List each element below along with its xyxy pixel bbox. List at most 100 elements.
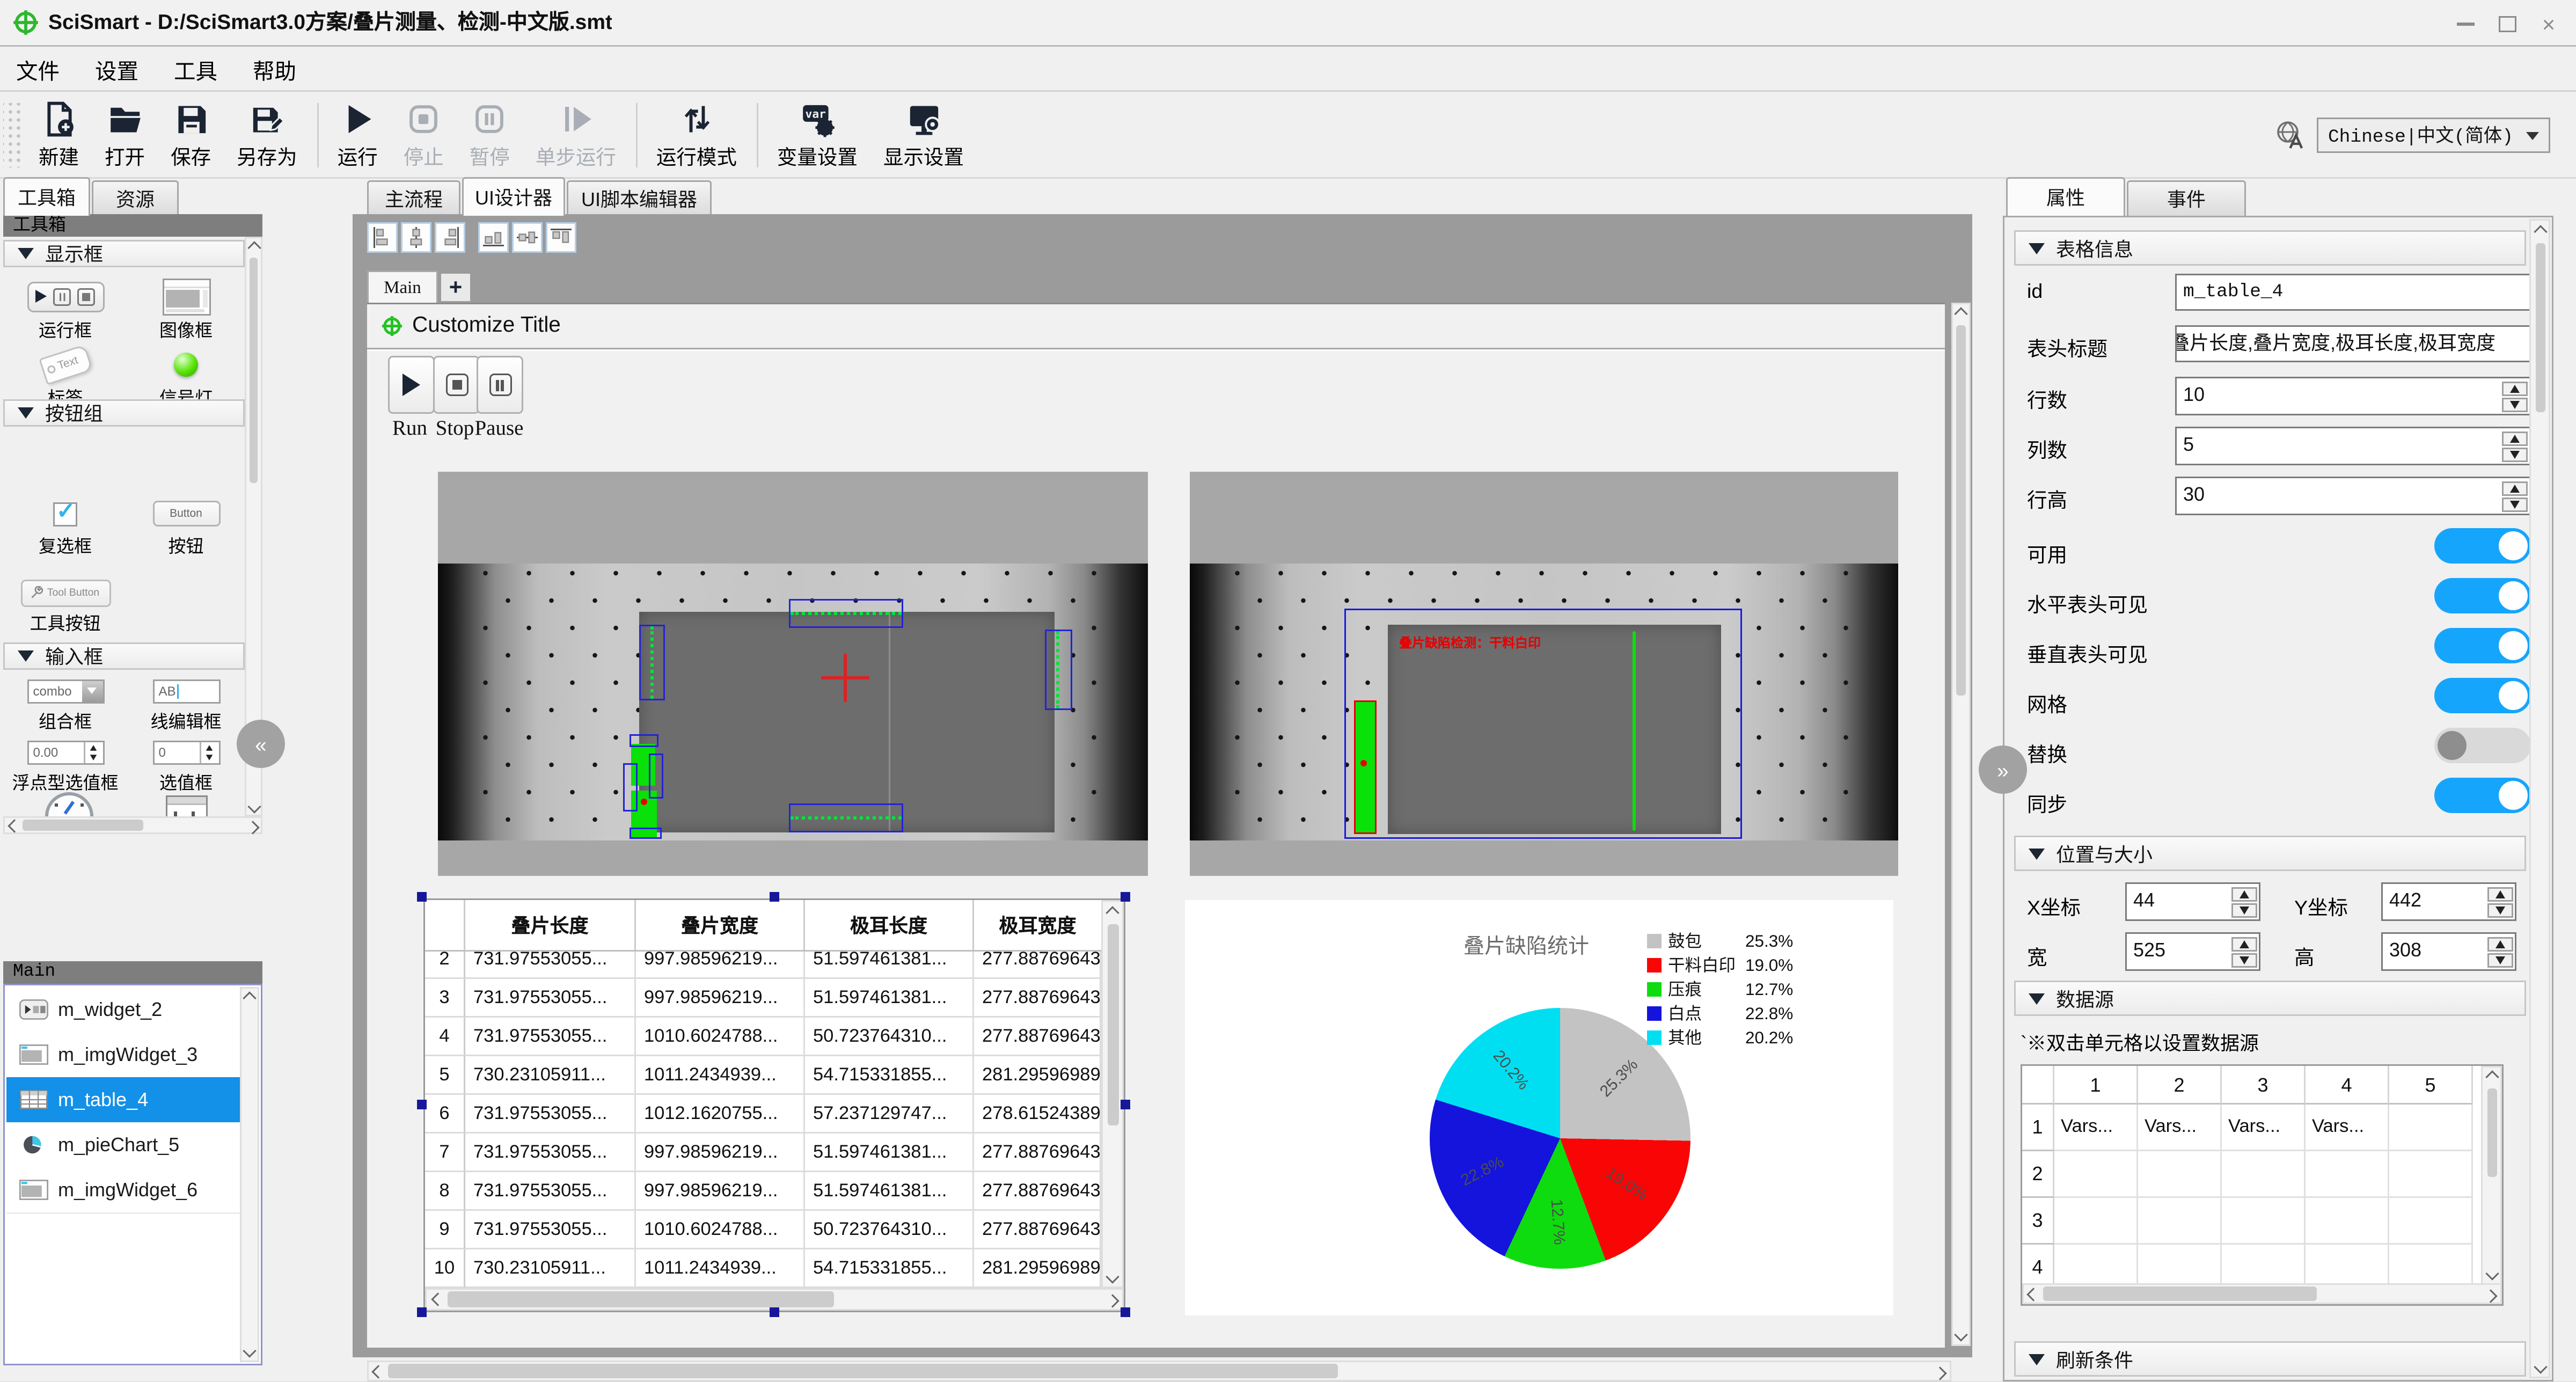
scroll-down-icon[interactable] [246,799,261,813]
scroll-left-icon[interactable] [371,1364,385,1378]
step-run-button[interactable]: 单步运行 [523,93,629,177]
pause-button[interactable]: 暂停 [457,93,523,177]
dial-icon[interactable] [45,792,93,816]
scroll-thumb[interactable] [2043,1286,2317,1301]
ds-cell[interactable]: Vars... [2054,1105,2138,1151]
list-item-m-piechart-5[interactable]: m_pieChart_5 [6,1122,241,1169]
ds-vscrollbar[interactable] [2481,1066,2502,1285]
scroll-down-icon[interactable] [2484,1267,2499,1281]
spin-arrows[interactable] [2500,430,2528,462]
tab-events[interactable]: 事件 [2127,180,2246,216]
properties-vscrollbar[interactable] [2529,219,2550,1378]
scroll-down-icon[interactable] [1954,1328,1968,1342]
toolbox-item-lineedit[interactable]: AB 线编辑框 [127,673,245,734]
run-button[interactable]: 运行 [325,93,391,177]
toolbox-item-toolbutton[interactable]: Tool Button 工具按钮 [6,575,124,636]
calendar-icon[interactable] [166,795,208,816]
scroll-thumb[interactable] [448,1291,834,1307]
column-header[interactable]: 叠片宽度 [636,900,805,950]
selection-handle[interactable] [770,892,779,902]
selection-handle[interactable] [1121,1100,1130,1109]
widget-list-vscrollbar[interactable] [240,987,259,1362]
prop-input-id[interactable]: m_table_4 [2175,274,2531,311]
align-hcenter-button[interactable] [401,222,431,253]
ds-cell[interactable] [2389,1198,2473,1245]
ds-cell[interactable] [2054,1198,2138,1245]
section-geometry[interactable]: 位置与大小 [2014,836,2526,871]
ds-cell[interactable]: Vars... [2138,1105,2222,1151]
toolbox-item-combobox[interactable]: combo 组合框 [6,673,124,734]
open-button[interactable]: 打开 [92,93,158,177]
section-table-info[interactable]: 表格信息 [2014,230,2526,266]
ds-column-header[interactable]: 1 [2054,1066,2138,1105]
list-item-m-imgwidget-3[interactable]: m_imgWidget_3 [6,1032,241,1079]
save-button[interactable]: 保存 [158,93,224,177]
toggle-horizontal-header[interactable] [2434,578,2531,613]
ds-column-header[interactable]: 5 [2389,1066,2473,1105]
align-top-button[interactable] [546,222,576,253]
image-widget-right[interactable]: 叠片缺陷检测：干料白印 [1190,472,1898,876]
spin-arrows[interactable] [2500,480,2528,512]
toolbox-item-button[interactable]: Button 按钮 [127,494,245,559]
section-data-source[interactable]: 数据源 [2014,981,2526,1016]
canvas-hscrollbar[interactable] [367,1361,1951,1381]
menu-help[interactable]: 帮助 [253,53,296,85]
page-tab-main[interactable]: Main [367,270,438,303]
scroll-thumb[interactable] [388,1364,1338,1378]
toggle-alternate[interactable] [2434,728,2531,763]
selection-handle[interactable] [770,1307,779,1317]
ds-cell[interactable] [2054,1151,2138,1198]
list-item-m-widget-2[interactable]: m_widget_2 [6,987,241,1034]
spin-arrows[interactable] [2500,380,2528,412]
scroll-up-icon[interactable] [2484,1070,2499,1084]
new-button[interactable]: 新建 [26,93,92,177]
language-select[interactable]: Chinese|中文(简体) [2316,118,2550,153]
menu-tools[interactable]: 工具 [174,53,217,85]
toolbox-item-checkbox[interactable]: ✓ 复选框 [6,494,124,559]
ds-cell[interactable] [2222,1198,2306,1245]
scroll-right-icon[interactable] [2484,1288,2498,1303]
right-panel-collapse-handle[interactable]: » [1979,745,2027,794]
close-icon[interactable]: × [2531,11,2566,37]
prop-spin-row-height[interactable]: 30 [2175,477,2531,515]
list-item-m-imgwidget-6[interactable]: m_imgWidget_6 [6,1167,241,1214]
section-display-box[interactable]: 显示框 [3,240,245,267]
add-page-tab-button[interactable]: + [441,274,470,301]
ds-cell[interactable] [2306,1151,2389,1198]
selection-handle[interactable] [417,1100,427,1109]
ds-cell[interactable] [2389,1151,2473,1198]
toolbox-item-doublespin[interactable]: 0.00 浮点型选值框 [6,734,124,795]
toolbox-hscrollbar[interactable] [3,816,262,834]
toolbar-grip[interactable] [3,103,23,167]
ds-cell[interactable] [2138,1198,2222,1245]
ds-column-header[interactable]: 3 [2222,1066,2306,1105]
toolbox-item-runbox[interactable]: 运行框 [6,275,124,343]
prop-spin-rows[interactable]: 10 [2175,377,2531,415]
scroll-up-icon[interactable] [243,991,257,1005]
ds-cell[interactable]: Vars... [2306,1105,2389,1151]
ds-cell[interactable] [2222,1151,2306,1198]
maximize-icon[interactable] [2489,13,2524,35]
scroll-thumb[interactable] [2535,243,2545,412]
section-input-box[interactable]: 输入框 [3,642,245,670]
left-panel-collapse-handle[interactable]: « [237,720,285,768]
prop-spin-x[interactable]: 44 [2125,882,2260,921]
toggle-enabled[interactable] [2434,528,2531,564]
save-as-button[interactable]: 另存为 [224,93,310,177]
toggle-grid[interactable] [2434,678,2531,713]
tab-properties[interactable]: 属性 [2006,177,2125,216]
ds-column-header[interactable]: 2 [2138,1066,2222,1105]
scroll-thumb[interactable] [2486,1088,2497,1177]
toolbox-item-spinbox[interactable]: 0 选值框 [127,734,245,795]
scroll-up-icon[interactable] [246,240,261,254]
scroll-down-icon[interactable] [1106,1269,1119,1283]
spin-arrows[interactable] [2230,886,2257,918]
scroll-left-icon[interactable] [6,818,21,832]
column-header[interactable]: 极耳宽度 [974,900,1101,950]
list-item-m-table-4[interactable]: m_table_4 [6,1077,241,1124]
selection-handle[interactable] [1121,1307,1130,1317]
ds-cell[interactable] [2138,1151,2222,1198]
tab-ui-designer[interactable]: UI设计器 [462,177,565,216]
scroll-right-icon[interactable] [1933,1365,1947,1380]
scroll-left-icon[interactable] [430,1292,444,1306]
